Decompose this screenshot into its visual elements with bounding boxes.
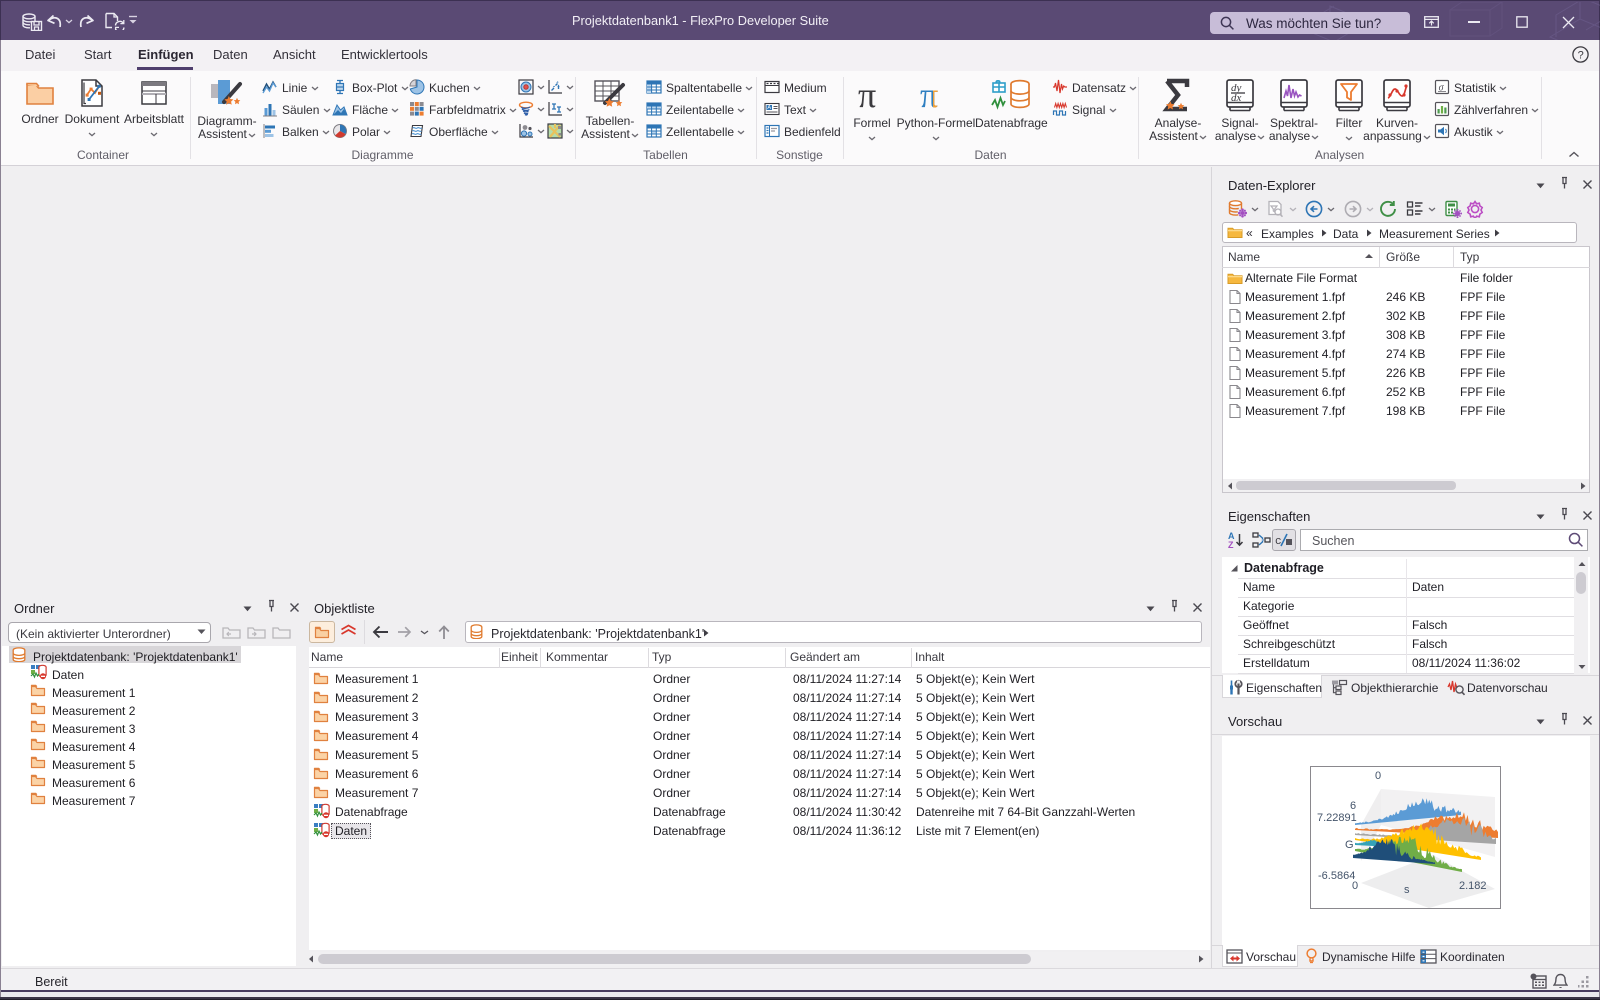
svg-text:A: A — [767, 105, 771, 111]
svg-text:dx: dx — [1231, 92, 1242, 104]
svg-text:π: π — [858, 78, 876, 112]
svg-text:Z: Z — [1228, 540, 1234, 549]
svg-text:?: ? — [1578, 49, 1584, 61]
svg-text:c: c — [1275, 536, 1282, 548]
